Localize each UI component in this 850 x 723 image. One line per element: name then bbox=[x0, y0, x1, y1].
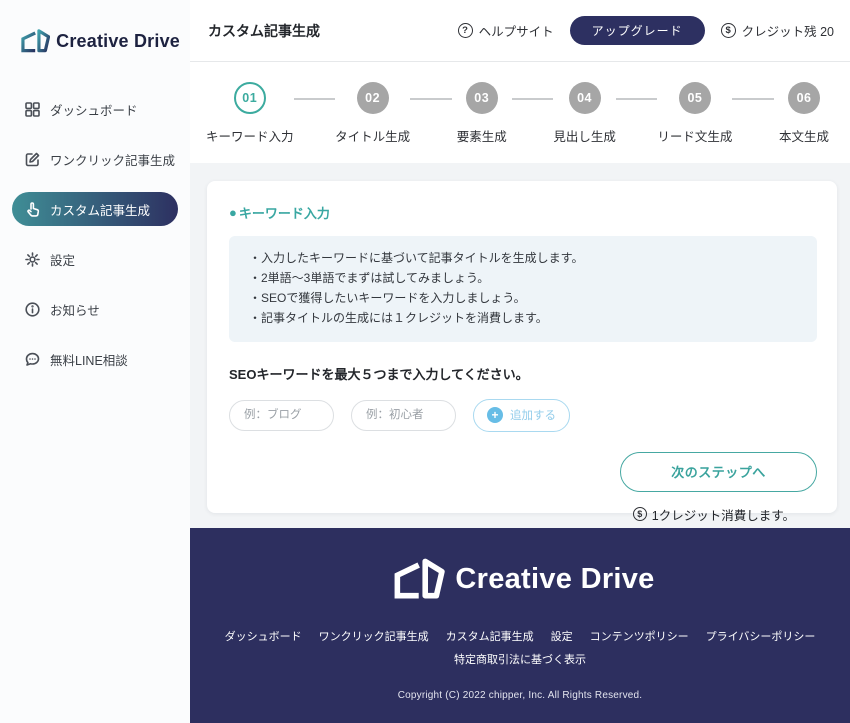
footer-link[interactable]: カスタム記事生成 bbox=[446, 628, 534, 644]
sidebar-item-dashboard[interactable]: ダッシュボード bbox=[12, 92, 178, 126]
help-site-label: ヘルプサイト bbox=[478, 25, 554, 39]
step-number: 04 bbox=[568, 82, 601, 114]
sidebar-item-news[interactable]: お知らせ bbox=[12, 292, 178, 326]
credit-balance-label: クレジット残 20 bbox=[741, 25, 834, 39]
tips-box: ・入力したキーワードに基づいて記事タイトルを生成します。 ・2単語〜3単語でまずは… bbox=[229, 236, 817, 342]
footer-link[interactable]: ワンクリック記事生成 bbox=[319, 628, 429, 644]
plus-icon: + bbox=[487, 407, 503, 424]
hand-pointer-icon bbox=[24, 201, 40, 217]
footer-brand: Creative Drive bbox=[385, 553, 654, 605]
keyword-input-1[interactable] bbox=[229, 399, 334, 431]
sidebar-item-custom-generation[interactable]: カスタム記事生成 bbox=[12, 192, 178, 226]
page-title: カスタム記事生成 bbox=[208, 22, 320, 39]
sidebar: Creative Drive ダッシュボードワンクリック記事生成 カスタム記事生成… bbox=[0, 0, 190, 723]
step-label: リード文生成 bbox=[657, 130, 733, 144]
footer-link[interactable]: ダッシュボード bbox=[225, 628, 302, 644]
keyword-prompt: SEOキーワードを最大５つまで入力してください。 bbox=[229, 366, 529, 382]
step-connector-line bbox=[732, 98, 775, 100]
footer-brand-name: Creative Drive bbox=[455, 562, 655, 595]
copyright: Copyright (C) 2022 chipper, Inc. All Rig… bbox=[397, 690, 643, 701]
add-keyword-button[interactable]: + 追加する bbox=[473, 398, 570, 432]
help-site-link[interactable]: ? ヘルプサイト bbox=[457, 21, 554, 40]
page-footer: Creative Drive ダッシュボード ワンクリック記事生成 カスタム記事生成… bbox=[190, 528, 850, 723]
footer-links-row-2: 特定商取引法に基づく表示 bbox=[454, 651, 586, 667]
upgrade-button[interactable]: アップグレード bbox=[569, 16, 705, 45]
steps-track: 01 キーワード入力 02 タイトル生成 03 要素生成 04 見出し生成 05 リード文生成 06… bbox=[206, 82, 834, 145]
keyword-input-2[interactable] bbox=[351, 399, 456, 431]
keyword-input-card: ● キーワード入力 ・入力したキーワードに基づいて記事タイトルを生成します。 ・2… bbox=[207, 181, 837, 523]
step-number: 03 bbox=[465, 82, 498, 114]
sidebar-item-label: 設定 bbox=[50, 253, 76, 268]
step-label: 要素生成 bbox=[456, 130, 507, 144]
credit-note-icon: $ bbox=[632, 507, 647, 522]
brand-logo[interactable]: Creative Drive bbox=[0, 18, 190, 64]
step-number: 01 bbox=[233, 82, 266, 114]
dashboard-icon bbox=[24, 101, 40, 117]
section-title: ● キーワード入力 bbox=[229, 203, 817, 222]
sidebar-item-one-click-generation[interactable]: ワンクリック記事生成 bbox=[12, 142, 178, 176]
step-progress: 01 キーワード入力 02 タイトル生成 03 要素生成 04 見出し生成 05 リード文生成 06… bbox=[190, 62, 850, 163]
step-04: 04 見出し生成 bbox=[553, 82, 616, 145]
credit-icon: $ bbox=[720, 23, 736, 38]
chat-icon bbox=[24, 351, 40, 367]
sidebar-item-label: ダッシュボード bbox=[50, 103, 138, 118]
credit-consumption-note: $ 1クレジット消費します。 bbox=[229, 505, 817, 524]
info-icon bbox=[24, 301, 40, 317]
step-label: 見出し生成 bbox=[553, 130, 616, 144]
main-column: カスタム記事生成 ? ヘルプサイト アップグレード $ クレジット残 20 01… bbox=[190, 0, 850, 723]
content-area: ● キーワード入力 ・入力したキーワードに基づいて記事タイトルを生成します。 ・2… bbox=[190, 163, 850, 528]
page-header: カスタム記事生成 ? ヘルプサイト アップグレード $ クレジット残 20 bbox=[190, 0, 850, 62]
credit-note-label: 1クレジット消費します。 bbox=[651, 508, 795, 523]
footer-link[interactable]: 特定商取引法に基づく表示 bbox=[454, 651, 586, 667]
step-03: 03 要素生成 bbox=[452, 82, 512, 145]
edit-icon bbox=[24, 151, 40, 167]
section-title-label: キーワード入力 bbox=[238, 206, 330, 221]
sidebar-nav: ダッシュボードワンクリック記事生成 カスタム記事生成 設定お知らせ無料LINE相談 bbox=[0, 92, 190, 376]
step-label: 本文生成 bbox=[779, 130, 830, 144]
credit-balance: $ クレジット残 20 bbox=[720, 21, 834, 40]
sidebar-item-label: カスタム記事生成 bbox=[50, 203, 151, 218]
step-number: 05 bbox=[678, 82, 711, 114]
step-05: 05 リード文生成 bbox=[657, 82, 732, 145]
sidebar-item-label: 無料LINE相談 bbox=[50, 353, 128, 368]
sidebar-item-label: お知らせ bbox=[50, 303, 100, 318]
step-connector-line bbox=[410, 98, 452, 100]
step-connector-line bbox=[615, 98, 658, 100]
keyword-inputs-row: + 追加する bbox=[229, 398, 817, 432]
step-connector-line bbox=[511, 98, 554, 100]
footer-link[interactable]: コンテンツポリシー bbox=[590, 628, 689, 644]
step-02: 02 タイトル生成 bbox=[335, 82, 410, 145]
footer-link[interactable]: 設定 bbox=[551, 628, 573, 644]
step-label: タイトル生成 bbox=[335, 130, 411, 144]
gear-icon bbox=[24, 251, 40, 267]
footer-links-row-1: ダッシュボード ワンクリック記事生成 カスタム記事生成 設定 コンテンツポリシー プライバ… bbox=[225, 628, 816, 644]
sidebar-item-settings[interactable]: 設定 bbox=[12, 242, 178, 276]
bullet-icon: ● bbox=[229, 205, 237, 220]
next-step-row: 次のステップへ bbox=[229, 451, 817, 492]
step-06: 06 本文生成 bbox=[774, 82, 834, 145]
footer-link[interactable]: プライバシーポリシー bbox=[706, 628, 816, 644]
tip-line: ・記事タイトルの生成には１クレジットを消費します。 bbox=[249, 310, 548, 325]
header-actions: ? ヘルプサイト アップグレード $ クレジット残 20 bbox=[457, 16, 834, 45]
tip-line: ・SEOで獲得したいキーワードを入力しましょう。 bbox=[249, 290, 526, 305]
sidebar-item-label: ワンクリック記事生成 bbox=[50, 153, 176, 168]
next-step-button[interactable]: 次のステップへ bbox=[620, 451, 817, 492]
creative-drive-logo-icon bbox=[21, 29, 51, 53]
step-01: 01 キーワード入力 bbox=[206, 82, 294, 145]
step-number: 06 bbox=[788, 82, 821, 114]
tip-line: ・入力したキーワードに基づいて記事タイトルを生成します。 bbox=[249, 251, 584, 265]
footer-logo-icon bbox=[394, 558, 446, 599]
tip-line: ・2単語〜3単語でまずは試してみましょう。 bbox=[249, 270, 490, 285]
step-connector-line bbox=[293, 98, 336, 100]
step-number: 02 bbox=[356, 82, 389, 114]
step-label: キーワード入力 bbox=[206, 130, 294, 144]
add-keyword-label: 追加する bbox=[510, 410, 556, 423]
question-icon: ? bbox=[457, 23, 473, 38]
sidebar-item-line-consultation[interactable]: 無料LINE相談 bbox=[12, 342, 178, 376]
brand-name: Creative Drive bbox=[56, 30, 180, 51]
